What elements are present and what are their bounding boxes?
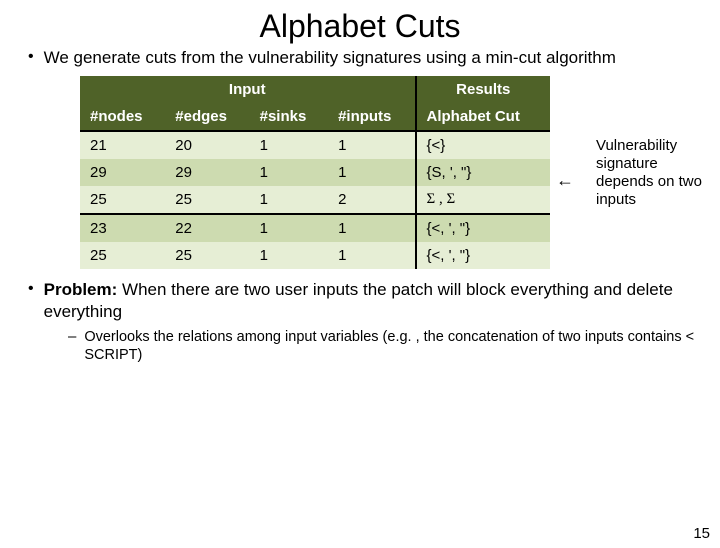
table-row: 29 29 1 1 {S, ', "} — [80, 159, 550, 186]
cell-inputs: 2 — [328, 186, 415, 214]
problem-label: Problem: — [44, 280, 118, 299]
alphabet-cuts-table: Input Results #nodes #edges #sinks #inpu… — [80, 76, 550, 269]
side-annotation: Vulnerability signature depends on two i… — [596, 137, 716, 209]
cell-nodes: 25 — [80, 186, 165, 214]
cell-inputs: 1 — [328, 214, 415, 242]
cell-alpha: {<, ', "} — [416, 214, 551, 242]
cell-sinks: 1 — [250, 214, 328, 242]
table-row: 21 20 1 1 {<} — [80, 131, 550, 159]
cell-inputs: 1 — [328, 242, 415, 269]
cell-edges: 22 — [165, 214, 249, 242]
bullet-item-problem: • Problem: When there are two user input… — [28, 279, 696, 322]
cell-sinks: 1 — [250, 242, 328, 269]
cell-nodes: 21 — [80, 131, 165, 159]
table-group-header: Input Results — [80, 76, 550, 103]
col-edges: #edges — [165, 103, 249, 131]
cell-edges: 29 — [165, 159, 249, 186]
cell-alpha: {<} — [416, 131, 551, 159]
cell-alpha: {S, ', "} — [416, 159, 551, 186]
bullet-dot: • — [28, 47, 34, 68]
cell-inputs: 1 — [328, 131, 415, 159]
sub-dash: – — [68, 328, 76, 345]
table-row: 23 22 1 1 {<, ', "} — [80, 214, 550, 242]
cell-nodes: 29 — [80, 159, 165, 186]
sub-text: Overlooks the relations among input vari… — [84, 328, 696, 364]
cell-inputs: 1 — [328, 159, 415, 186]
bullet-item-1: • We generate cuts from the vulnerabilit… — [28, 47, 702, 68]
bullet-text-1: We generate cuts from the vulnerability … — [44, 47, 616, 68]
problem-text: Problem: When there are two user inputs … — [44, 279, 696, 322]
table-col-header: #nodes #edges #sinks #inputs Alphabet Cu… — [80, 103, 550, 131]
group-header-input: Input — [80, 76, 416, 103]
cell-nodes: 23 — [80, 214, 165, 242]
page-number: 15 — [693, 525, 710, 542]
cell-edges: 25 — [165, 186, 249, 214]
col-alpha: Alphabet Cut — [416, 103, 551, 131]
cell-alpha: Σ , Σ — [416, 186, 551, 214]
bullet-dot: • — [28, 279, 34, 300]
col-nodes: #nodes — [80, 103, 165, 131]
table-area: Input Results #nodes #edges #sinks #inpu… — [80, 76, 720, 269]
problem-rest: When there are two user inputs the patch… — [44, 280, 673, 320]
sub-bullet: – Overlooks the relations among input va… — [68, 328, 696, 364]
col-sinks: #sinks — [250, 103, 328, 131]
table-row: 25 25 1 2 Σ , Σ — [80, 186, 550, 214]
cell-sinks: 1 — [250, 159, 328, 186]
cell-nodes: 25 — [80, 242, 165, 269]
table-row: 25 25 1 1 {<, ', "} — [80, 242, 550, 269]
group-header-results: Results — [416, 76, 551, 103]
arrow-left-icon: ← — [556, 170, 574, 191]
cell-sinks: 1 — [250, 131, 328, 159]
cell-edges: 25 — [165, 242, 249, 269]
col-inputs: #inputs — [328, 103, 415, 131]
cell-alpha: {<, ', "} — [416, 242, 551, 269]
cell-sinks: 1 — [250, 186, 328, 214]
page-title: Alphabet Cuts — [0, 8, 720, 45]
cell-edges: 20 — [165, 131, 249, 159]
